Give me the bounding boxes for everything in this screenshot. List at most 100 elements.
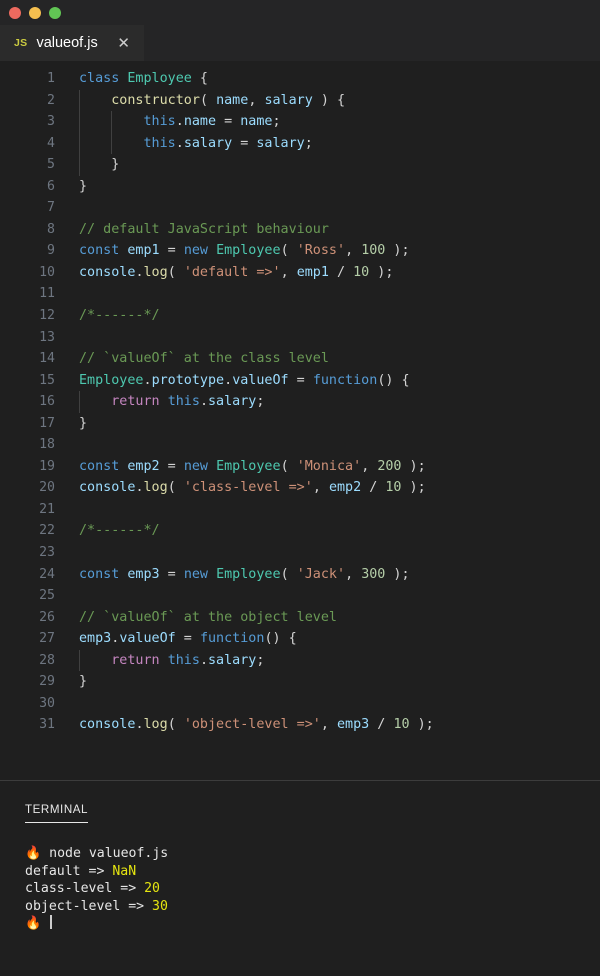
code-token: this — [167, 652, 200, 668]
code-token: new — [183, 566, 208, 582]
code-line: 16 return this.salary; — [0, 391, 600, 413]
code-token: ( — [280, 243, 297, 259]
code-token: / — [328, 264, 354, 280]
code-line-content: Employee.prototype.valueOf = function() … — [55, 370, 600, 392]
code-token: . — [143, 372, 152, 388]
code-line: 31 console.log( 'object-level =>', emp3 /… — [0, 714, 600, 736]
code-line-content: // default JavaScript behaviour — [55, 219, 600, 241]
terminal-text: object-level => — [25, 898, 153, 914]
terminal-text: node valueof.js — [41, 846, 169, 861]
indent-guide — [79, 391, 80, 413]
terminal-output[interactable]: 🔥 node valueof.js default => NaN class-lev… — [0, 823, 600, 976]
code-token: this — [143, 114, 176, 130]
code-line: 15 Employee.prototype.valueOf = function(… — [0, 370, 600, 392]
close-window-button[interactable] — [9, 6, 21, 19]
code-line: 28 return this.salary; — [0, 649, 600, 672]
code-token: const — [79, 566, 120, 582]
code-token: 300 — [361, 566, 386, 582]
code-token: ); — [385, 566, 410, 582]
code-line: 21 — [0, 499, 600, 521]
minimize-window-button[interactable] — [29, 6, 41, 19]
indent-guide — [79, 111, 80, 133]
line-number: 21 — [39, 501, 55, 517]
close-icon[interactable]: ✕ — [116, 36, 132, 51]
code-token: valueOf — [119, 631, 176, 647]
code-token: { — [191, 71, 208, 86]
terminal-value: 20 — [144, 881, 160, 897]
code-token: , — [312, 480, 329, 496]
code-token: const — [79, 243, 120, 259]
code-editor[interactable]: 1 class Employee {2 constructor( name, sa… — [0, 61, 600, 780]
code-token: = — [232, 135, 257, 151]
line-number: 23 — [39, 545, 55, 561]
tab-valueof-js[interactable]: JS valueof.js ✕ — [0, 25, 144, 61]
line-number: 6 — [47, 178, 55, 194]
terminal-value: NaN — [112, 863, 137, 879]
code-token: 200 — [377, 458, 402, 474]
code-token: = — [159, 243, 184, 259]
code-line-content: } — [55, 176, 600, 198]
code-token: ; — [272, 114, 281, 130]
panel-tab-bar: TERMINAL — [0, 781, 600, 823]
code-token: . — [135, 480, 144, 496]
code-token: salary — [264, 92, 313, 108]
maximize-window-button[interactable] — [49, 6, 61, 19]
code-token: Employee — [127, 71, 192, 86]
code-token: 10 — [385, 480, 402, 496]
code-token: class — [79, 71, 120, 86]
line-number: 18 — [39, 437, 55, 453]
code-line: 7 — [0, 197, 600, 219]
line-number: 25 — [39, 588, 55, 604]
code-token: ; — [256, 394, 265, 410]
code-line-content: console.log( 'class-level =>', emp2 / 10… — [55, 477, 600, 499]
code-token: ( — [167, 717, 184, 733]
code-token: name — [183, 114, 217, 130]
code-line-content: const emp1 = new Employee( 'Ross', 100 )… — [55, 240, 600, 262]
code-token: 10 — [353, 264, 370, 280]
code-token: // `valueOf` at the class level — [79, 351, 329, 367]
code-token: ); — [401, 480, 426, 496]
code-line: 27 emp3.valueOf = function() { — [0, 628, 600, 650]
code-token: this — [167, 394, 200, 410]
code-token: name — [240, 114, 273, 130]
code-token: / — [369, 717, 394, 733]
vscode-window: JS valueof.js ✕ 1 class Employee {2 const… — [0, 0, 600, 976]
code-line-content: return this.salary; — [55, 391, 600, 413]
code-line-content: // `valueOf` at the object level — [55, 607, 600, 629]
code-line: 25 — [0, 585, 600, 607]
code-token: / — [361, 480, 386, 496]
code-token: ; — [256, 652, 265, 668]
code-token: // `valueOf` at the object level — [79, 609, 337, 625]
code-token: salary — [208, 652, 257, 668]
code-line: 30 — [0, 693, 600, 715]
editor-tab-bar: JS valueof.js ✕ — [0, 25, 600, 61]
code-token: 10 — [393, 717, 410, 733]
code-token: this — [143, 135, 176, 151]
code-token: = — [216, 114, 241, 130]
code-token: Employee — [79, 372, 144, 388]
terminal-text: default => — [25, 863, 113, 879]
code-token: console — [79, 480, 136, 496]
code-line: 5 } — [0, 154, 600, 176]
terminal-line: class-level => 20 — [25, 880, 600, 898]
indent-guide — [79, 89, 80, 112]
code-line-content: } — [55, 154, 600, 176]
terminal-line: object-level => 30 — [25, 898, 600, 916]
code-token: , — [280, 264, 297, 280]
code-token: ( — [167, 264, 184, 280]
line-number: 31 — [39, 717, 55, 733]
code-line-content: constructor( name, salary ) { — [55, 89, 600, 112]
code-line-content: /*------*/ — [55, 520, 600, 542]
code-token: , — [345, 243, 362, 259]
code-token: , — [345, 566, 362, 582]
fire-icon: 🔥 — [25, 916, 42, 932]
code-token: emp2 — [127, 458, 160, 474]
code-line: 9 const emp1 = new Employee( 'Ross', 100 … — [0, 240, 600, 262]
code-line: 12 /*------*/ — [0, 305, 600, 327]
code-token: emp3 — [79, 631, 112, 647]
code-line-content: this.name = name; — [55, 111, 600, 133]
tab-terminal[interactable]: TERMINAL — [25, 803, 89, 823]
code-line: 8 // default JavaScript behaviour — [0, 219, 600, 241]
indent-guide — [111, 111, 113, 133]
code-line: 13 — [0, 327, 600, 349]
